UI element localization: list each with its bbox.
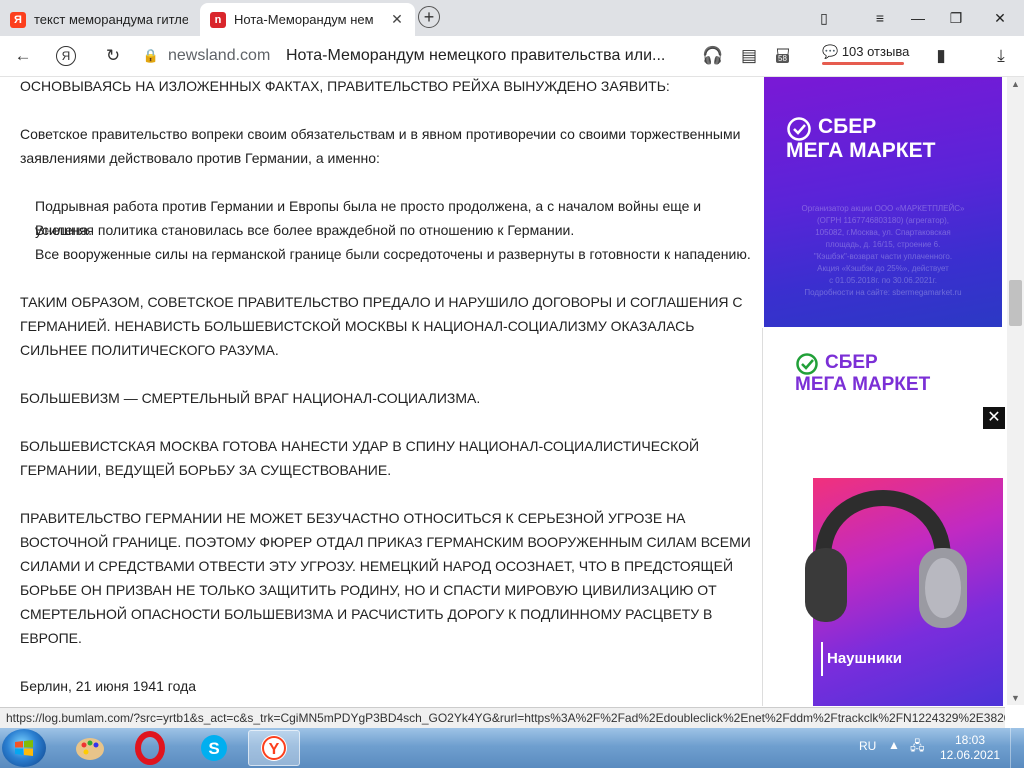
windows-logo-icon xyxy=(15,740,33,756)
article-paragraph: ПРАВИТЕЛЬСТВО ГЕРМАНИИ НЕ МОЖЕТ БЕЗУЧАСТ… xyxy=(20,510,686,526)
url-domain[interactable]: newsland.com xyxy=(168,47,270,65)
article-paragraph: СИЛЬНЕЕ ПОЛИТИЧЕСКОГО РАЗУМА. xyxy=(20,342,279,358)
system-clock[interactable]: 18:03 12.06.2021 xyxy=(940,733,1000,763)
scrollbar-thumb[interactable] xyxy=(1009,280,1022,326)
reader-mode-icon[interactable]: ▤ xyxy=(738,45,760,67)
article-paragraph: БОЛЬШЕВИСТСКАЯ МОСКВА ГОТОВА НАНЕСТИ УДА… xyxy=(20,438,700,454)
lock-icon[interactable]: 🔒 xyxy=(140,45,162,67)
language-indicator[interactable]: RU xyxy=(859,739,876,753)
article-paragraph: БОЛЬШЕВИЗМ — СМЕРТЕЛЬНЫЙ ВРАГ НАЦИОНАЛ-С… xyxy=(20,390,481,406)
bookmark-icon[interactable]: ▮ xyxy=(930,45,952,67)
new-tab-button[interactable]: + xyxy=(418,6,440,28)
ad-fine-print: Организатор акции ООО «МАРКЕТПЛЕЙС» (ОГР… xyxy=(776,203,990,299)
ad-label-separator xyxy=(821,642,823,676)
article-paragraph: ГЕРМАНИИ, ВЕДУЩЕЙ БОРЬБУ ЗА СУЩЕСТВОВАНИ… xyxy=(20,462,392,478)
tab-newsland[interactable]: n Нота-Меморандум нем ✕ xyxy=(200,3,415,36)
windows-taskbar: S Y RU ▲ 🖧 18:03 12.06.2021 xyxy=(0,728,1024,768)
download-icon[interactable]: ⤓ xyxy=(990,45,1012,67)
fine-line: Акция «Кэшбэк до 25%», действует xyxy=(817,264,949,273)
close-window-icon[interactable]: ✕ xyxy=(990,8,1010,28)
article-paragraph: заявлениями действовало против Германии,… xyxy=(20,150,380,166)
extension-badge: 58 xyxy=(776,54,789,63)
fine-line: Организатор акции ООО «МАРКЕТПЛЕЙС» xyxy=(801,204,965,213)
tray-expand-icon[interactable]: ▲ xyxy=(888,738,900,752)
back-icon[interactable]: ← xyxy=(12,45,34,67)
tab-title: текст меморандума гитлер xyxy=(34,12,188,27)
ad-logo-text-2: МЕГА МАРКЕТ xyxy=(795,374,931,395)
list-item: Внешняя политика становилась все более в… xyxy=(35,222,575,238)
reviews-count[interactable]: 💬 103 отзыва xyxy=(822,44,909,60)
bookmarks-panel-icon[interactable]: ▯ xyxy=(814,8,834,28)
list-item: Все вооруженные силы на германской грани… xyxy=(35,246,751,262)
article-paragraph: ВОСТОЧНОЙ ГРАНИЦЕ. ПОЭТОМУ ФЮРЕР ОТДАЛ П… xyxy=(20,534,751,550)
svg-text:S: S xyxy=(208,739,219,758)
article-paragraph: ЕВРОПЕ. xyxy=(20,630,82,646)
article-content: ОСНОВЫВАЯСЬ НА ИЗЛОЖЕННЫХ ФАКТАХ, ПРАВИТ… xyxy=(0,77,760,705)
ad-logo: СБЕР МЕГА МАРКЕТ xyxy=(795,352,930,396)
start-button[interactable] xyxy=(2,729,46,767)
article-paragraph: БОРЬБЕ ОН ПРИЗВАН НЕ ТОЛЬКО ЗАЩИТИТЬ РОД… xyxy=(20,582,717,598)
tab-title: Нота-Меморандум нем xyxy=(234,12,374,27)
fine-line: "Кэшбэк"-возврат части уплаченного. xyxy=(813,252,953,261)
headphones-icon[interactable]: 🎧 xyxy=(702,45,724,67)
tab-bar: Я текст меморандума гитлер n Нота-Мемора… xyxy=(0,0,1024,36)
newsland-favicon-icon: n xyxy=(210,11,226,28)
fine-line: площадь, д. 16/15, строение 6. xyxy=(825,240,941,249)
status-link-preview: https://log.bumlam.com/?src=yrtb1&s_act=… xyxy=(0,707,1005,728)
article-paragraph: ОСНОВЫВАЯСЬ НА ИЗЛОЖЕННЫХ ФАКТАХ, ПРАВИТ… xyxy=(20,78,670,94)
sber-check-icon xyxy=(787,117,811,141)
ad-logo-text-2: МЕГА МАРКЕТ xyxy=(786,139,936,162)
reload-icon[interactable]: ↻ xyxy=(102,45,124,67)
skype-icon: S xyxy=(201,735,227,761)
fine-line: Подробности на сайте: sbermegamarket.ru xyxy=(804,288,962,297)
fine-line: (ОГРН 1167746803180) (агрегатор), xyxy=(817,216,949,225)
opera-icon xyxy=(135,731,165,765)
scroll-down-icon[interactable]: ▼ xyxy=(1007,691,1024,705)
article-paragraph: ТАКИМ ОБРАЗОМ, СОВЕТСКОЕ ПРАВИТЕЛЬСТВО П… xyxy=(20,294,743,310)
minimize-icon[interactable]: — xyxy=(908,8,928,28)
article-paragraph: ГЕРМАНИЕЙ. НЕНАВИСТЬ БОЛЬШЕВИСТСКОЙ МОСК… xyxy=(20,318,695,334)
clock-time: 18:03 xyxy=(954,733,986,747)
yandex-logo-icon[interactable]: Я xyxy=(56,46,76,66)
ad-banner-top[interactable]: СБЕР МЕГА МАРКЕТ Организатор акции ООО «… xyxy=(764,77,1002,327)
ad-logo: СБЕР МЕГА МАРКЕТ xyxy=(786,115,935,163)
reviews-label: 103 отзыва xyxy=(841,44,910,59)
ad-banner-headphones[interactable]: СБЕР МЕГА МАРКЕТ Наушники xyxy=(762,328,1003,706)
clock-date: 12.06.2021 xyxy=(940,748,1001,762)
tab-search[interactable]: Я текст меморандума гитлер xyxy=(0,3,198,36)
ad-close-button[interactable]: ✕ xyxy=(983,407,1005,429)
page-scrollbar[interactable] xyxy=(1007,77,1024,705)
yandex-browser-icon: Y xyxy=(261,735,287,761)
menu-icon[interactable]: ≡ xyxy=(870,8,890,28)
network-icon[interactable]: 🖧 xyxy=(910,737,925,759)
url-page-title[interactable]: Нота-Меморандум немецкого правительства … xyxy=(286,47,665,65)
taskbar-skype[interactable]: S xyxy=(188,730,240,766)
fine-line: с 01.05.2018г. по 30.06.2021г. xyxy=(829,276,937,285)
ad-product-label: Наушники xyxy=(827,650,903,667)
article-signature: Берлин, 21 июня 1941 года xyxy=(20,678,197,694)
restore-icon[interactable]: ❐ xyxy=(946,8,966,28)
close-tab-icon[interactable]: ✕ xyxy=(389,11,405,28)
taskbar-paint[interactable] xyxy=(64,730,116,766)
article-paragraph: СИЛАМИ И СРЕДСТВАМИ ОТВЕСТИ ЭТУ УГРОЗУ. … xyxy=(20,558,734,574)
article-paragraph: СМЕРТЕЛЬНОЙ ОПАСНОСТИ БОЛЬШЕВИЗМА И РАСЧ… xyxy=(20,606,713,622)
fine-line: 105082, г.Москва, ул. Спартаковская xyxy=(815,228,951,237)
taskbar-yandex-browser[interactable]: Y xyxy=(248,730,300,766)
article-paragraph: Советское правительство вопреки своим об… xyxy=(20,126,741,142)
svg-text:Y: Y xyxy=(269,741,280,758)
scroll-up-icon[interactable]: ▲ xyxy=(1007,77,1024,91)
headphones-image-icon xyxy=(805,490,967,628)
sber-check-icon xyxy=(796,353,818,375)
address-bar: ← Я ↻ 🔒 newsland.com Нота-Меморандум нем… xyxy=(0,36,1024,77)
palette-icon xyxy=(76,738,104,760)
reviews-rating-bar xyxy=(822,62,904,65)
taskbar-opera[interactable] xyxy=(124,730,176,766)
yandex-favicon-icon: Я xyxy=(10,11,26,28)
show-desktop-button[interactable] xyxy=(1010,728,1024,768)
